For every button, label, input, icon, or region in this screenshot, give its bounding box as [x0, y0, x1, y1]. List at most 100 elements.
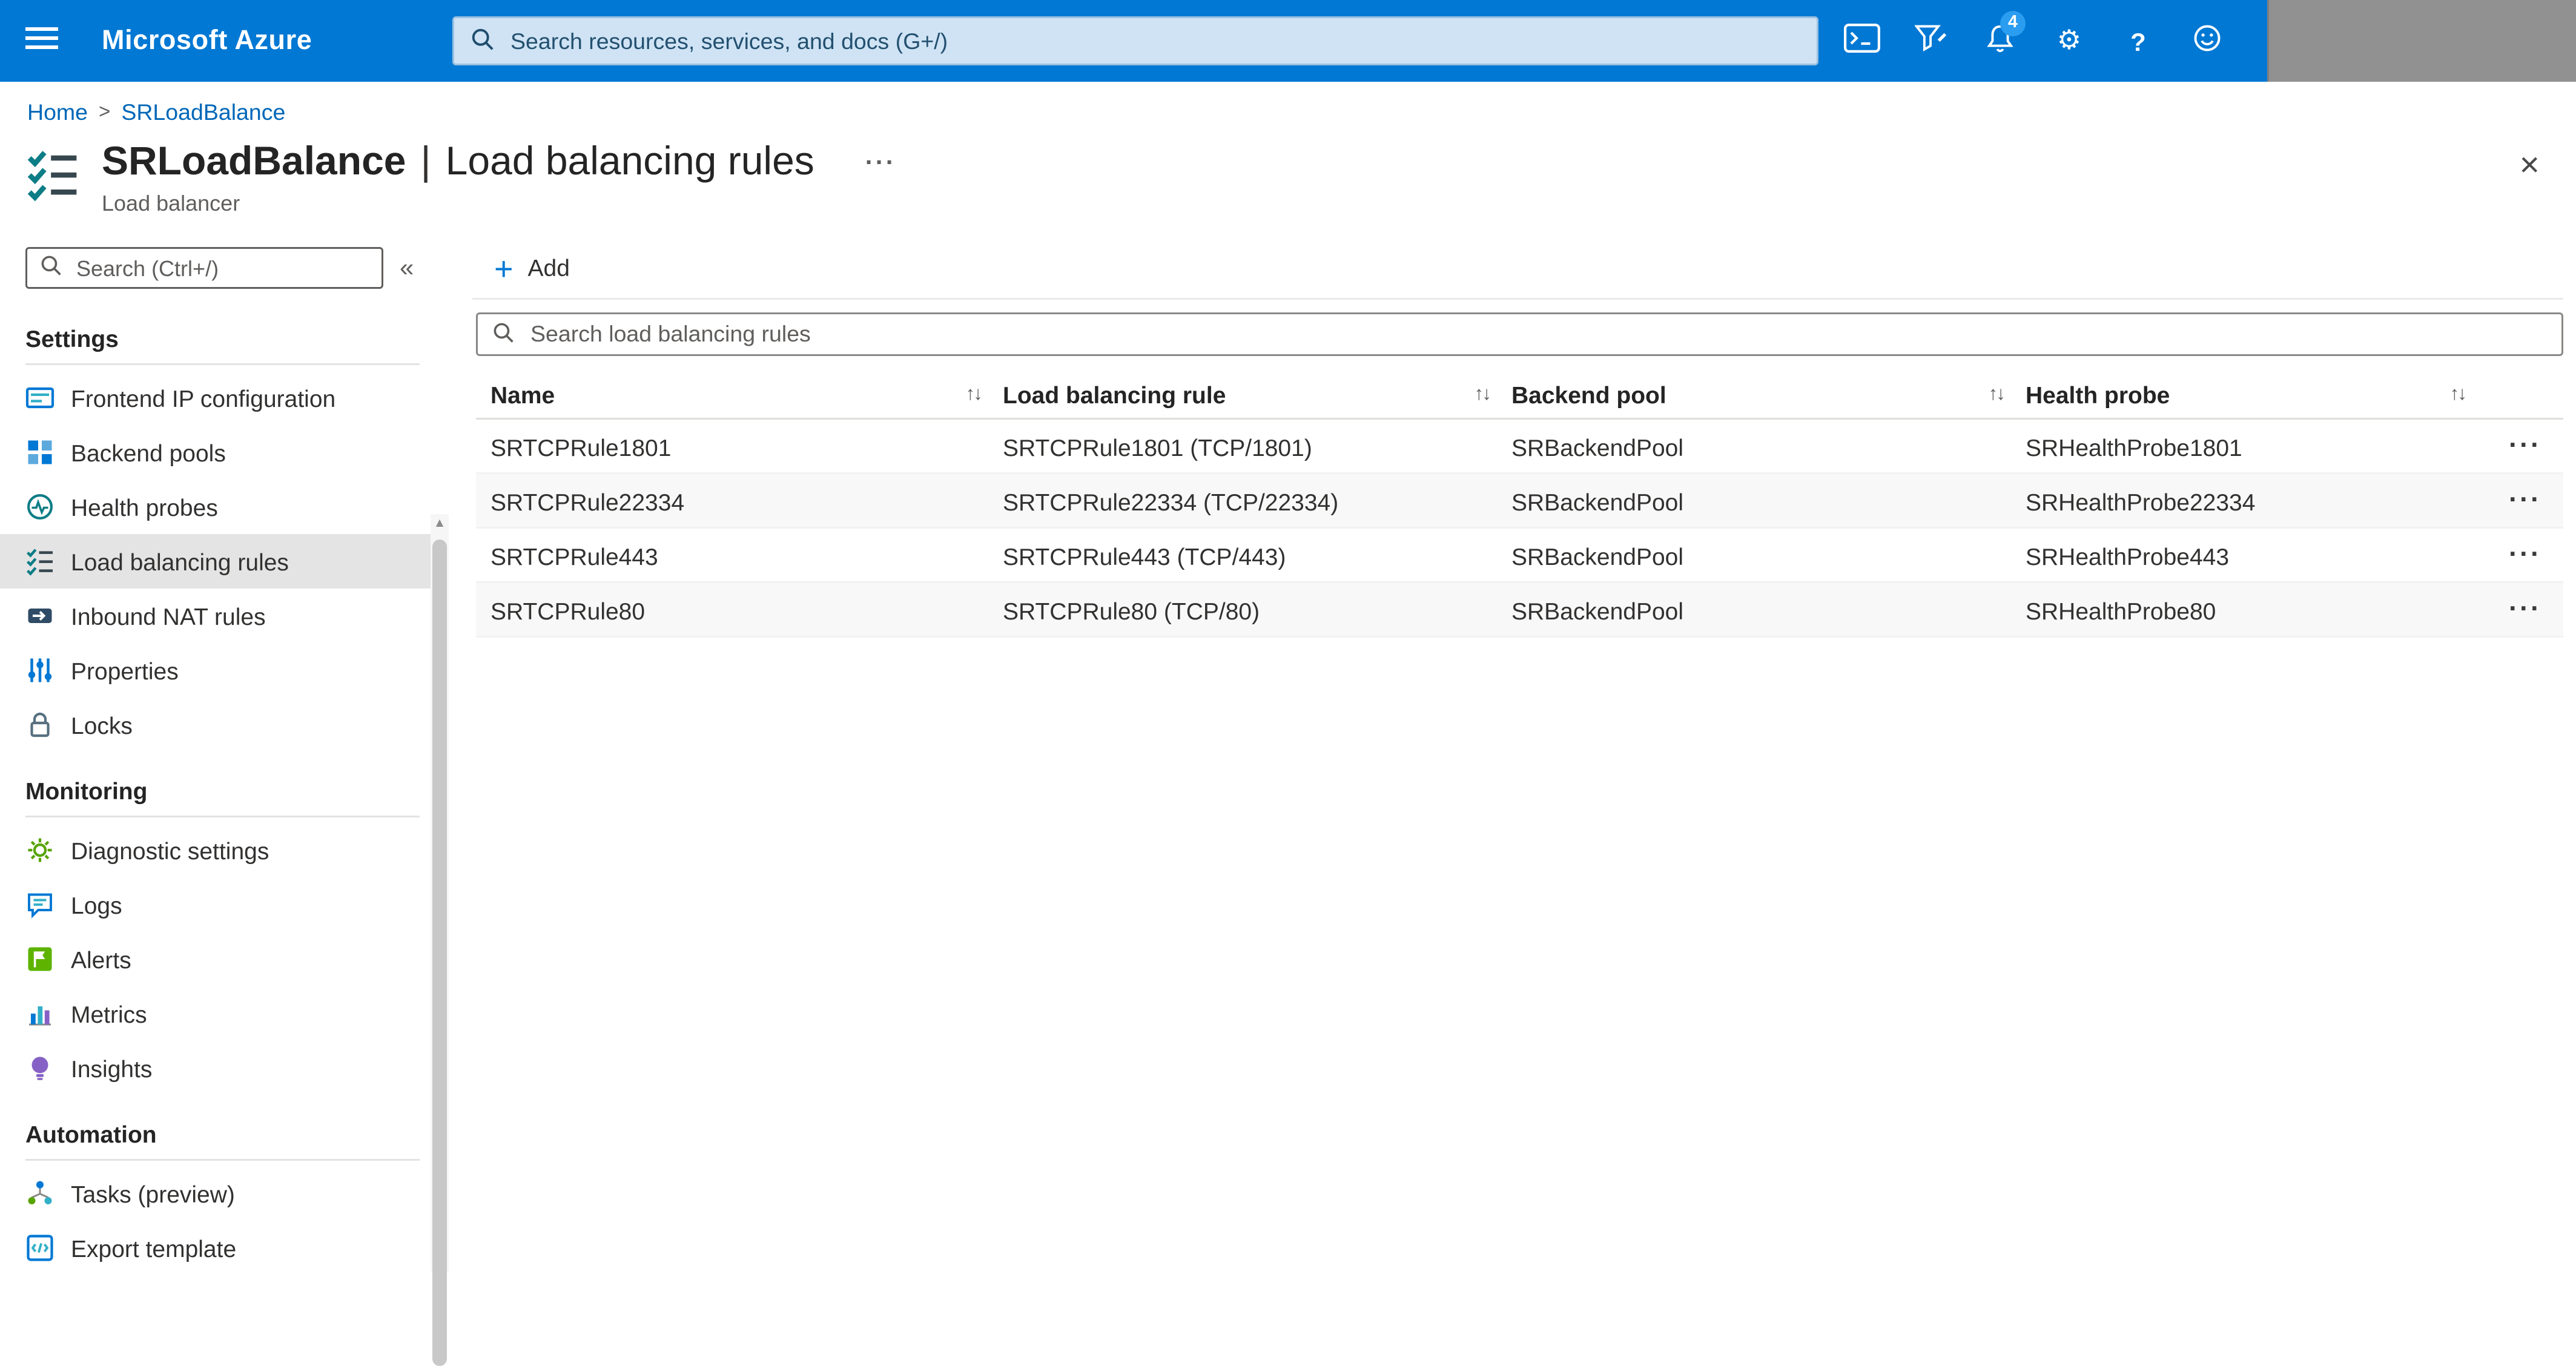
row-context-menu-button[interactable]: ··· — [2487, 583, 2563, 638]
column-header-name[interactable]: Name ↑↓ — [476, 371, 1003, 418]
azure-portal-page: Microsoft Azure 4 — [0, 0, 2576, 1366]
gear-icon: ⚙ — [2056, 25, 2082, 56]
cloud-shell-button[interactable] — [1828, 0, 1897, 82]
cell-rule: SRTCPRule443 (TCP/443) — [1003, 542, 1286, 570]
page-header: SRLoadBalance | Load balancing rules ···… — [25, 138, 2467, 216]
sidebar-item-properties[interactable]: Properties — [0, 643, 431, 698]
add-button-label: Add — [527, 254, 570, 282]
sidebar-item-logs[interactable]: Logs — [0, 877, 431, 932]
settings-button[interactable]: ⚙ — [2035, 0, 2104, 82]
rules-table-header: Name ↑↓ Load balancing rule ↑↓ Backend p… — [476, 371, 2563, 420]
column-header-backend-pool[interactable]: Backend pool ↑↓ — [1511, 371, 2026, 418]
table-row[interactable]: SRTCPRule80 SRTCPRule80 (TCP/80) SRBacke… — [476, 583, 2563, 638]
global-search-box[interactable] — [452, 16, 1818, 65]
row-context-menu-button[interactable]: ··· — [2487, 420, 2563, 474]
top-bar: Microsoft Azure 4 — [0, 0, 2576, 82]
add-rule-button[interactable]: + Add — [494, 252, 570, 285]
cell-name: SRTCPRule80 — [490, 596, 646, 624]
sidebar-search-input[interactable] — [73, 253, 369, 283]
account-area-redacted — [2267, 0, 2576, 82]
scrollbar-up-arrow[interactable]: ▲ — [431, 514, 449, 536]
page-title-separator: | — [420, 138, 431, 183]
sidebar-item-label: Metrics — [71, 1000, 147, 1028]
sidebar-item-load-balancing-rules[interactable]: Load balancing rules — [0, 534, 431, 589]
sort-icon: ↑↓ — [1474, 383, 1491, 405]
sidebar-scrollbar[interactable]: ▲ — [431, 514, 449, 1366]
sidebar-item-inbound-nat-rules[interactable]: Inbound NAT rules — [0, 589, 431, 643]
sidebar-item-label: Logs — [71, 891, 122, 919]
cell-health-probe: SRHealthProbe80 — [2026, 596, 2216, 624]
help-button[interactable]: ? — [2104, 0, 2173, 82]
sidebar-item-label: Insights — [71, 1054, 153, 1082]
page-title-resource-name: SRLoadBalance — [102, 138, 406, 183]
sidebar-item-label: Health probes — [71, 493, 218, 521]
sidebar-item-locks[interactable]: Locks — [0, 698, 431, 752]
plus-icon: + — [494, 249, 514, 286]
search-icon — [471, 27, 494, 56]
sidebar-item-metrics[interactable]: Metrics — [0, 986, 431, 1041]
sidebar-search-box[interactable] — [25, 247, 383, 289]
feedback-button[interactable] — [2173, 0, 2242, 82]
cell-rule: SRTCPRule80 (TCP/80) — [1003, 596, 1260, 624]
cell-rule: SRTCPRule22334 (TCP/22334) — [1003, 487, 1339, 515]
resource-type-label: Load balancer — [102, 191, 240, 216]
metrics-icon — [25, 999, 54, 1028]
rules-search-input[interactable] — [527, 320, 2547, 349]
column-header-load-balancing-rule[interactable]: Load balancing rule ↑↓ — [1003, 371, 1511, 418]
smiley-icon — [2193, 24, 2222, 58]
table-row[interactable]: SRTCPRule22334 SRTCPRule22334 (TCP/22334… — [476, 474, 2563, 529]
sidebar-item-label: Export template — [71, 1234, 237, 1262]
column-header-health-probe[interactable]: Health probe ↑↓ — [2026, 371, 2487, 418]
search-icon — [492, 321, 514, 348]
sidebar-item-alerts[interactable]: Alerts — [0, 932, 431, 986]
cell-health-probe: SRHealthProbe443 — [2026, 542, 2230, 570]
sidebar-item-label: Alerts — [71, 945, 131, 973]
cell-backend-pool: SRBackendPool — [1511, 487, 1684, 515]
sidebar-item-label: Backend pools — [71, 438, 226, 466]
alerts-icon — [25, 945, 54, 974]
sort-icon: ↑↓ — [965, 383, 983, 405]
notifications-button[interactable]: 4 — [1966, 0, 2035, 82]
table-row[interactable]: SRTCPRule443 SRTCPRule443 (TCP/443) SRBa… — [476, 529, 2563, 583]
help-icon: ? — [2130, 26, 2146, 56]
sidebar-item-export-template[interactable]: Export template — [0, 1221, 431, 1272]
sidebar-item-backend-pools[interactable]: Backend pools — [0, 425, 431, 480]
sort-icon: ↑↓ — [1988, 383, 2006, 405]
sidebar-item-health-probes[interactable]: Health probes — [0, 480, 431, 534]
azure-brand-home-link[interactable]: Microsoft Azure — [102, 0, 312, 82]
tasks-icon — [25, 1179, 54, 1208]
sidebar-collapse-button[interactable]: « — [400, 252, 414, 282]
sidebar-item-insights[interactable]: Insights — [0, 1041, 431, 1095]
directory-filter-button[interactable] — [1897, 0, 1966, 82]
inbound-nat-rules-icon — [25, 601, 54, 630]
row-context-menu-button[interactable]: ··· — [2487, 474, 2563, 529]
breadcrumb-current-link[interactable]: SRLoadBalance — [121, 100, 285, 125]
page-more-menu-button[interactable]: ··· — [865, 147, 896, 176]
cell-backend-pool: SRBackendPool — [1511, 596, 1684, 624]
breadcrumb-home-link[interactable]: Home — [27, 100, 88, 125]
sidebar-item-tasks-preview[interactable]: Tasks (preview) — [0, 1166, 431, 1221]
row-context-menu-button[interactable]: ··· — [2487, 529, 2563, 583]
cell-name: SRTCPRule1801 — [490, 433, 672, 461]
title-block: SRLoadBalance | Load balancing rules ···… — [102, 138, 896, 216]
global-search-input[interactable] — [507, 26, 1800, 56]
sidebar-nav: Settings Frontend IP configuration Backe… — [0, 325, 431, 1272]
load-balancing-rules-icon — [25, 547, 54, 576]
cell-health-probe: SRHealthProbe22334 — [2026, 487, 2256, 515]
sidebar-item-label: Tasks (preview) — [71, 1180, 235, 1207]
sidebar-scrollbar-thumb[interactable] — [432, 539, 447, 1366]
sidebar-item-frontend-ip-configuration[interactable]: Frontend IP configuration — [0, 371, 431, 425]
page-title-view-name: Load balancing rules — [445, 138, 814, 183]
rules-table: Name ↑↓ Load balancing rule ↑↓ Backend p… — [476, 371, 2563, 638]
table-row[interactable]: SRTCPRule1801 SRTCPRule1801 (TCP/1801) S… — [476, 420, 2563, 474]
filter-funnel-icon — [1914, 24, 1947, 58]
load-balancer-resource-icon — [25, 147, 80, 202]
rules-search-box[interactable] — [476, 312, 2563, 356]
sidebar-item-label: Locks — [71, 711, 133, 739]
column-label: Name — [490, 380, 555, 408]
hamburger-menu-button[interactable] — [0, 0, 84, 82]
sidebar-section-settings: Settings — [25, 325, 420, 365]
sidebar-item-diagnostic-settings[interactable]: Diagnostic settings — [0, 823, 431, 877]
close-blade-button[interactable]: × — [2520, 149, 2540, 183]
sort-icon: ↑↓ — [2449, 383, 2467, 405]
